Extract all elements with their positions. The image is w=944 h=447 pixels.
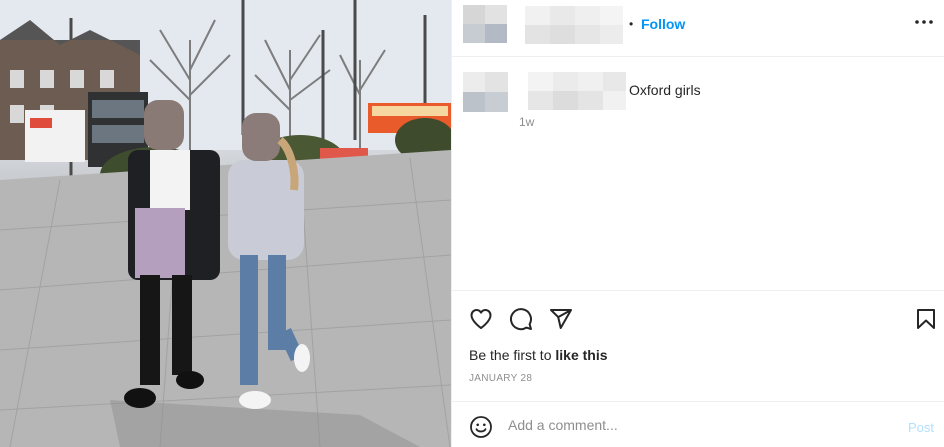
- more-options-icon[interactable]: [914, 12, 934, 32]
- comment-bar: Post: [452, 401, 944, 447]
- likes-summary: Be the first to like this: [469, 347, 608, 363]
- post-date[interactable]: JANUARY 28: [469, 373, 532, 384]
- like-this-link[interactable]: like this: [555, 347, 607, 363]
- caption-avatar[interactable]: [463, 72, 508, 112]
- bookmark-icon[interactable]: [914, 307, 938, 331]
- emoji-icon[interactable]: [469, 415, 493, 439]
- likes-prefix: Be the first to: [469, 347, 556, 363]
- post-header: • Follow: [452, 0, 944, 57]
- heart-icon[interactable]: [469, 307, 493, 331]
- separator-dot: •: [629, 17, 634, 31]
- photo-scene: [0, 0, 451, 447]
- post-photo[interactable]: [0, 0, 451, 447]
- caption-timestamp[interactable]: 1w: [519, 115, 534, 129]
- action-bar: Be the first to like this JANUARY 28: [452, 290, 944, 401]
- comment-icon[interactable]: [509, 307, 533, 331]
- author-avatar[interactable]: [463, 5, 507, 43]
- share-icon[interactable]: [549, 307, 573, 331]
- author-username[interactable]: [525, 6, 623, 44]
- caption-username[interactable]: [528, 72, 626, 110]
- post-comment-button[interactable]: Post: [908, 420, 934, 435]
- post-caption: Oxford girls: [629, 82, 701, 98]
- comment-input[interactable]: [508, 414, 888, 436]
- post-details-panel: • Follow Oxford girls 1w Be the first to…: [451, 0, 944, 447]
- follow-button[interactable]: Follow: [641, 16, 685, 32]
